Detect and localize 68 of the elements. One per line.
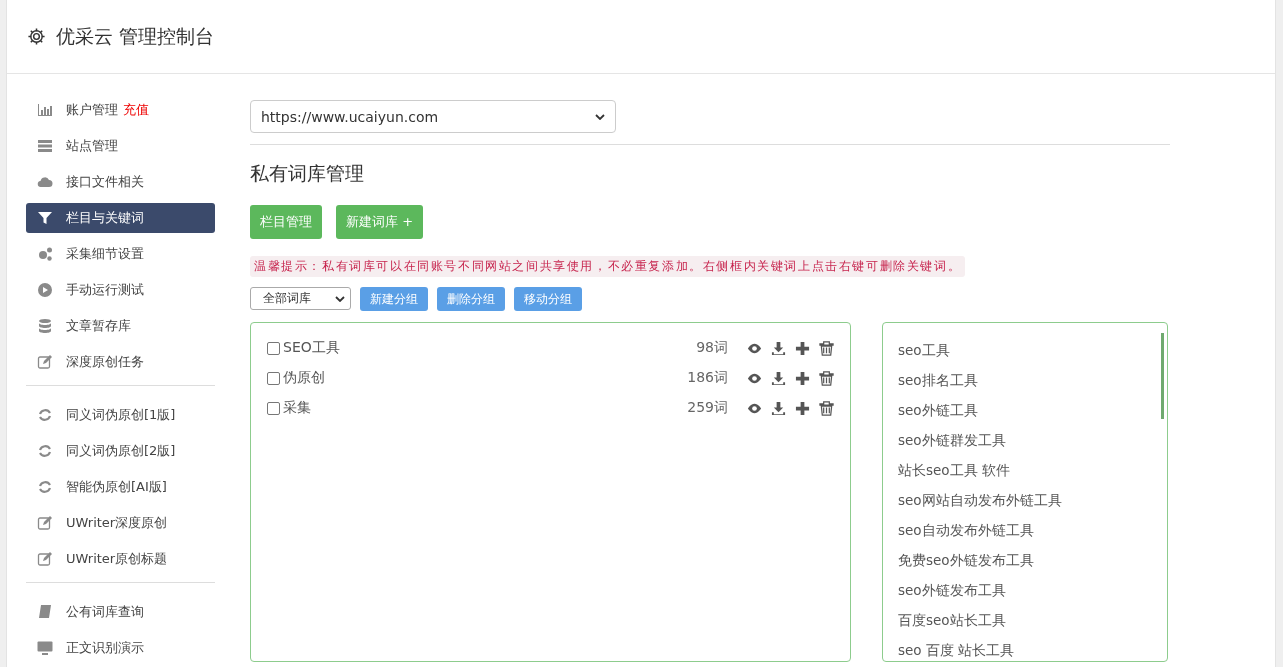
plus-icon[interactable] (795, 340, 810, 356)
scrollbar-thumb[interactable] (1161, 333, 1164, 419)
sidebar-item[interactable]: 深度原创任务 (26, 347, 215, 377)
sidebar-item[interactable]: 栏目与关键词 (26, 203, 215, 233)
sidebar-item[interactable]: 采集细节设置 (26, 239, 215, 269)
trash-icon[interactable] (819, 340, 834, 356)
download-icon[interactable] (771, 370, 786, 386)
sidebar-item[interactable]: 同义词伪原创[1版] (26, 400, 215, 430)
monitor-icon (37, 640, 53, 656)
library-name: 伪原创 (283, 369, 326, 387)
server-icon (37, 138, 53, 154)
library-checkbox[interactable] (267, 341, 280, 355)
edit-icon (37, 354, 53, 370)
keyword-item[interactable]: seo外链发布工具 (898, 575, 1167, 605)
library-name: 采集 (283, 399, 312, 417)
refresh-icon (37, 407, 53, 423)
word-count: 186词 (687, 369, 728, 387)
sidebar-item[interactable]: UWriter深度原创 (26, 508, 215, 538)
download-icon[interactable] (771, 340, 786, 356)
sidebar-item[interactable]: 正文识别演示 (26, 633, 215, 663)
filter-icon (37, 210, 53, 226)
chart-icon (37, 102, 53, 118)
word-count: 98词 (696, 339, 728, 357)
edit-icon (37, 515, 53, 531)
sidebar-item[interactable]: 接口文件相关 (26, 167, 215, 197)
caret-icon (335, 295, 345, 302)
cloud-icon (37, 174, 53, 190)
keyword-item[interactable]: 免费seo外链发布工具 (898, 545, 1167, 575)
sidebar-item[interactable]: 文章暂存库 (26, 311, 215, 341)
sidebar-item[interactable]: 站点管理 (26, 131, 215, 161)
refresh-icon (37, 443, 53, 459)
download-icon[interactable] (771, 400, 786, 416)
keyword-item[interactable]: seo排名工具 (898, 365, 1167, 395)
database-icon (37, 318, 53, 334)
book-icon (37, 604, 53, 620)
keyword-item[interactable]: seo自动发布外链工具 (898, 515, 1167, 545)
sidebar-item[interactable]: 同义词伪原创[2版] (26, 436, 215, 466)
plus-icon[interactable] (795, 370, 810, 386)
sidebar-item[interactable]: UWriter原创标题 (26, 544, 215, 574)
sidebar-item[interactable]: 手动运行测试 (26, 275, 215, 305)
keyword-item[interactable]: 站长seo工具 软件 (898, 455, 1167, 485)
gears-icon (37, 246, 53, 262)
edit-icon (37, 551, 53, 567)
keyword-item[interactable]: seo外链群发工具 (898, 425, 1167, 455)
trash-icon[interactable] (819, 400, 834, 416)
refresh-icon (37, 479, 53, 495)
play-icon (37, 282, 53, 298)
section-heading: 私有词库管理 (250, 161, 365, 186)
library-name: SEO工具 (283, 339, 341, 357)
console-title: 优采云 管理控制台 (56, 23, 215, 49)
library-filter-select[interactable]: 全部词库 (250, 287, 351, 310)
sidebar-item[interactable]: 公有词库查询 (26, 597, 215, 627)
keyword-item[interactable]: seo网站自动发布外链工具 (898, 485, 1167, 515)
settings-icon (27, 27, 46, 46)
tip-text: 温馨提示：私有词库可以在同账号不同网站之间共享使用，不必重复添加。右侧框内关键词上点击右键可删除关键词。 (250, 256, 966, 277)
keyword-item[interactable]: 百度seo站长工具 (898, 605, 1167, 635)
keyword-item[interactable]: seo 百度 站长工具 (898, 635, 1167, 665)
plus-icon[interactable] (795, 400, 810, 416)
library-checkbox[interactable] (267, 401, 280, 415)
site-select[interactable]: https://www.ucaiyun.com (250, 100, 616, 133)
word-count: 259词 (687, 399, 728, 417)
keyword-item[interactable]: seo外链工具 (898, 395, 1167, 425)
trash-icon[interactable] (819, 370, 834, 386)
sidebar-item[interactable]: 账户管理 充值 (26, 95, 215, 125)
library-checkbox[interactable] (267, 371, 280, 385)
sidebar-item[interactable]: 智能伪原创[AI版] (26, 472, 215, 502)
caret-icon (595, 113, 605, 120)
keyword-item[interactable]: seo工具 (898, 335, 1167, 365)
